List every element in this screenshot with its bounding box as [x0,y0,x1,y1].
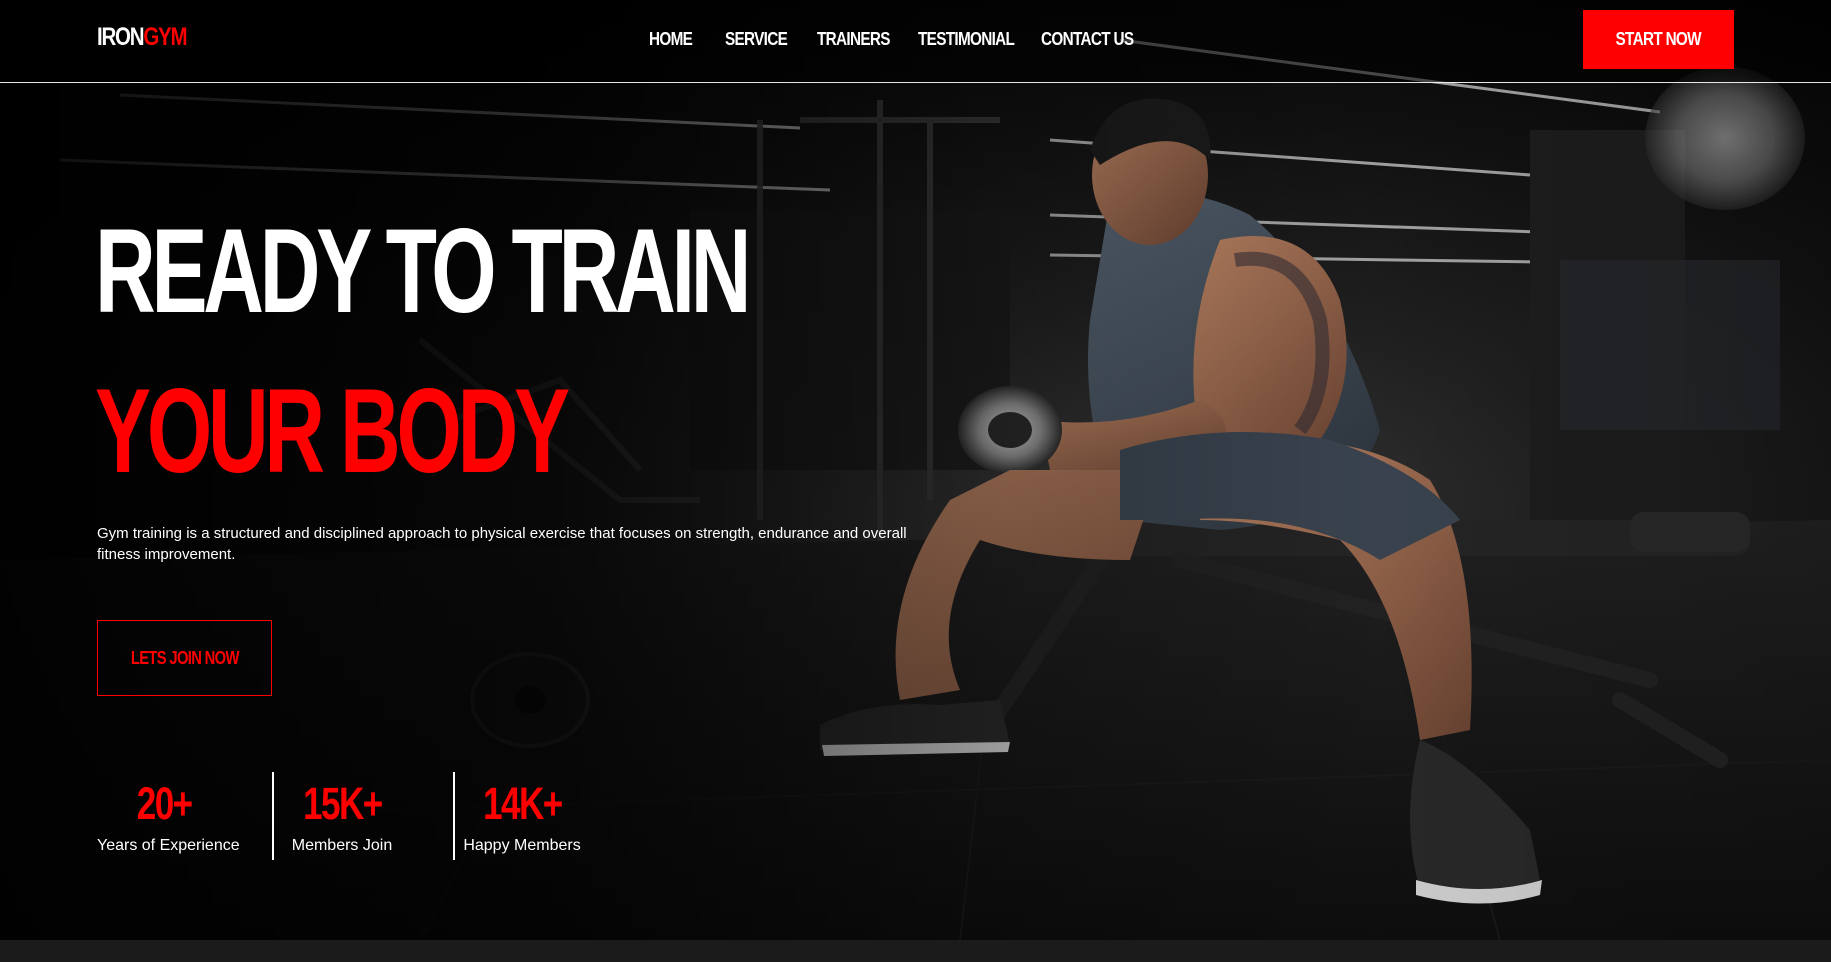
logo-text-iron: IRON [97,23,145,51]
start-now-label: START NOW [1615,29,1702,49]
stat-members-join: 15K+ Members Join [275,772,409,860]
stat-divider [272,772,274,860]
nav-testimonial-link[interactable]: TESTIMONIAL [918,28,1015,50]
hero-description: Gym training is a structured and discipl… [97,525,907,563]
page: IRONGYM HOME SERVICE TRAINERS TESTIMONIA… [0,0,1831,962]
join-now-label: LETS JOIN NOW [130,647,240,668]
logo-text-gym: GYM [143,23,187,51]
hero-headline-line-1: READY TO TRAIN [95,204,751,338]
hero-headline-line-2: YOUR BODY [95,364,570,498]
stat-value: 14K+ [482,778,563,829]
nav-trainers-link[interactable]: TRAINERS [817,28,890,50]
join-now-button[interactable]: LETS JOIN NOW [97,620,272,696]
bottom-strip [0,940,1831,962]
nav-home-link[interactable]: HOME [649,28,693,50]
stat-label: Members Join [291,837,393,854]
navbar: IRONGYM HOME SERVICE TRAINERS TESTIMONIA… [0,0,1831,83]
stat-experience: 20+ Years of Experience [97,772,240,860]
start-now-button[interactable]: START NOW [1583,10,1734,69]
brand-logo[interactable]: IRONGYM [97,22,188,52]
nav-service-link[interactable]: SERVICE [725,28,788,50]
nav-contact-link[interactable]: CONTACT US [1041,28,1134,50]
stat-label: Years of Experience [97,837,240,854]
stat-value: 15K+ [302,778,383,829]
stat-value: 20+ [136,778,193,829]
stat-label: Happy Members [463,837,581,854]
stat-happy-members: 14K+ Happy Members [455,772,589,860]
